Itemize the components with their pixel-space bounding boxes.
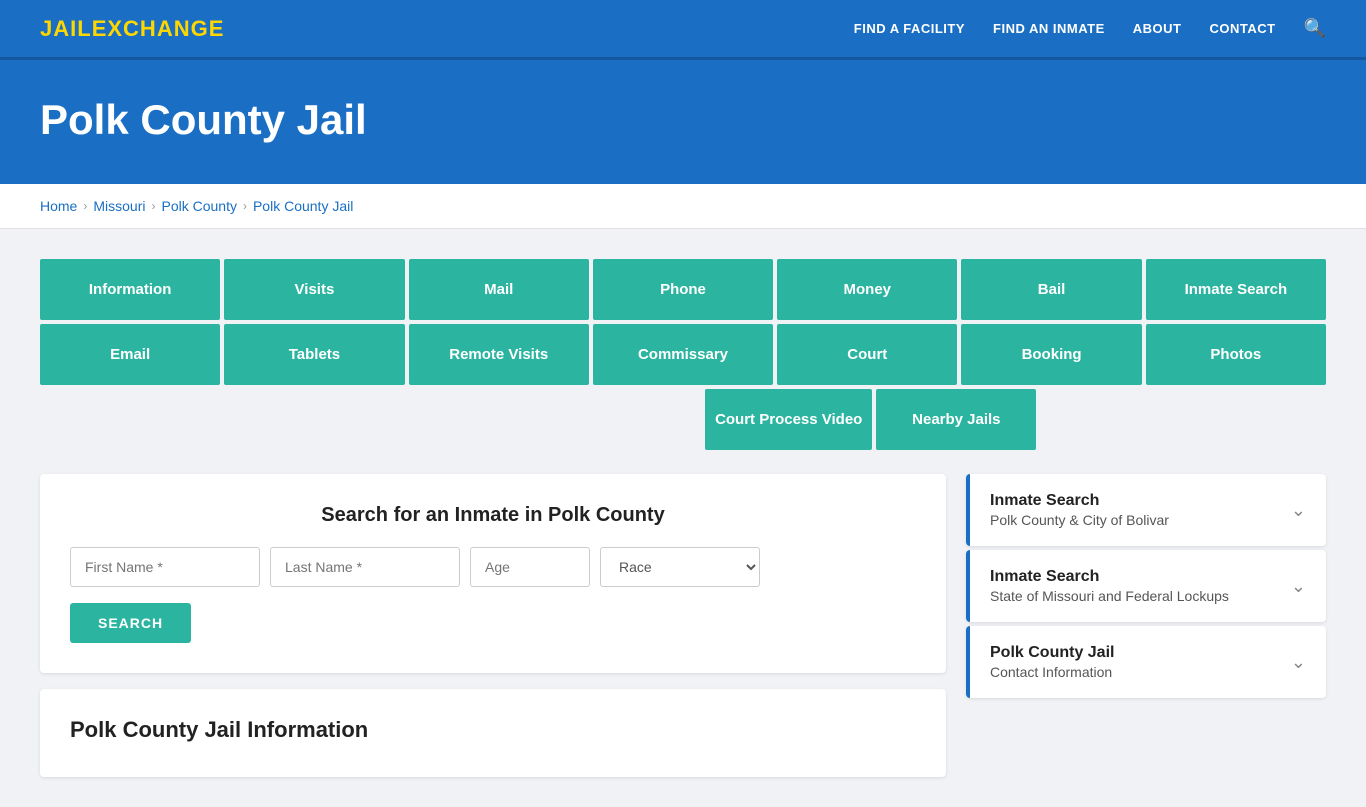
search-card: Search for an Inmate in Polk County Race… bbox=[40, 474, 946, 673]
btn-phone[interactable]: Phone bbox=[593, 259, 773, 320]
brand-name-rest: XCHANGE bbox=[107, 16, 224, 41]
brand-name-part2: E bbox=[92, 16, 108, 41]
btn-court-process-video[interactable]: Court Process Video bbox=[705, 389, 872, 450]
nav-find-inmate[interactable]: FIND AN INMATE bbox=[993, 21, 1105, 36]
two-col-layout: Search for an Inmate in Polk County Race… bbox=[40, 474, 1326, 777]
brand-name-part1: JAIL bbox=[40, 16, 92, 41]
sidebar-card-title-1: Inmate Search Polk County & City of Boli… bbox=[990, 492, 1169, 528]
sidebar-card-line2-1: Polk County & City of Bolivar bbox=[990, 512, 1169, 528]
info-section: Polk County Jail Information bbox=[40, 689, 946, 777]
navbar: JAILEXCHANGE FIND A FACILITY FIND AN INM… bbox=[0, 0, 1366, 60]
search-title: Search for an Inmate in Polk County bbox=[70, 504, 916, 527]
btn-visits[interactable]: Visits bbox=[224, 259, 404, 320]
sidebar-card-header-1[interactable]: Inmate Search Polk County & City of Boli… bbox=[966, 474, 1326, 546]
brand-logo[interactable]: JAILEXCHANGE bbox=[40, 16, 224, 42]
breadcrumb-sep-1: › bbox=[83, 199, 87, 213]
race-select[interactable]: Race White Black Hispanic Asian Native A… bbox=[600, 547, 760, 587]
left-column: Search for an Inmate in Polk County Race… bbox=[40, 474, 946, 777]
search-button[interactable]: SEARCH bbox=[70, 603, 191, 643]
button-grid-row2: Email Tablets Remote Visits Commissary C… bbox=[40, 324, 1326, 385]
breadcrumb: Home › Missouri › Polk County › Polk Cou… bbox=[0, 184, 1366, 229]
btn-inmate-search[interactable]: Inmate Search bbox=[1146, 259, 1326, 320]
sidebar-card-title-3: Polk County Jail Contact Information bbox=[990, 644, 1114, 680]
sidebar-card-inmate-polk: Inmate Search Polk County & City of Boli… bbox=[966, 474, 1326, 546]
btn-information[interactable]: Information bbox=[40, 259, 220, 320]
hero-section: Polk County Jail bbox=[0, 60, 1366, 184]
btn-money[interactable]: Money bbox=[777, 259, 957, 320]
btn-commissary[interactable]: Commissary bbox=[593, 324, 773, 385]
btn-nearby-jails[interactable]: Nearby Jails bbox=[876, 389, 1036, 450]
sidebar-card-contact: Polk County Jail Contact Information ⌄ bbox=[966, 626, 1326, 698]
breadcrumb-sep-3: › bbox=[243, 199, 247, 213]
btn-bail[interactable]: Bail bbox=[961, 259, 1141, 320]
info-section-title: Polk County Jail Information bbox=[70, 717, 916, 743]
sidebar-card-title-2: Inmate Search State of Missouri and Fede… bbox=[990, 568, 1229, 604]
breadcrumb-current: Polk County Jail bbox=[253, 198, 353, 214]
breadcrumb-sep-2: › bbox=[151, 199, 155, 213]
first-name-input[interactable] bbox=[70, 547, 260, 587]
nav-search-button[interactable]: 🔍 bbox=[1304, 18, 1326, 39]
page-title: Polk County Jail bbox=[40, 96, 1326, 144]
btn-court[interactable]: Court bbox=[777, 324, 957, 385]
breadcrumb-home[interactable]: Home bbox=[40, 198, 77, 214]
right-column: Inmate Search Polk County & City of Boli… bbox=[966, 474, 1326, 702]
nav-links: FIND A FACILITY FIND AN INMATE ABOUT CON… bbox=[854, 18, 1326, 39]
main-content: Information Visits Mail Phone Money Bail… bbox=[0, 229, 1366, 807]
sidebar-card-line1-2: Inmate Search bbox=[990, 568, 1229, 586]
btn-booking[interactable]: Booking bbox=[961, 324, 1141, 385]
breadcrumb-missouri[interactable]: Missouri bbox=[93, 198, 145, 214]
nav-contact[interactable]: CONTACT bbox=[1209, 21, 1275, 36]
btn-remote-visits[interactable]: Remote Visits bbox=[409, 324, 589, 385]
sidebar-card-line2-2: State of Missouri and Federal Lockups bbox=[990, 588, 1229, 604]
last-name-input[interactable] bbox=[270, 547, 460, 587]
chevron-icon-2: ⌄ bbox=[1291, 576, 1306, 597]
nav-about[interactable]: ABOUT bbox=[1133, 21, 1182, 36]
sidebar-card-inmate-state: Inmate Search State of Missouri and Fede… bbox=[966, 550, 1326, 622]
btn-photos[interactable]: Photos bbox=[1146, 324, 1326, 385]
sidebar-card-line2-3: Contact Information bbox=[990, 664, 1114, 680]
button-grid-row1: Information Visits Mail Phone Money Bail… bbox=[40, 259, 1326, 320]
btn-tablets[interactable]: Tablets bbox=[224, 324, 404, 385]
chevron-icon-1: ⌄ bbox=[1291, 500, 1306, 521]
sidebar-card-line1-1: Inmate Search bbox=[990, 492, 1169, 510]
btn-mail[interactable]: Mail bbox=[409, 259, 589, 320]
sidebar-card-header-3[interactable]: Polk County Jail Contact Information ⌄ bbox=[966, 626, 1326, 698]
breadcrumb-polk-county[interactable]: Polk County bbox=[161, 198, 236, 214]
nav-find-facility[interactable]: FIND A FACILITY bbox=[854, 21, 965, 36]
chevron-icon-3: ⌄ bbox=[1291, 652, 1306, 673]
sidebar-card-line1-3: Polk County Jail bbox=[990, 644, 1114, 662]
age-input[interactable] bbox=[470, 547, 590, 587]
btn-email[interactable]: Email bbox=[40, 324, 220, 385]
search-form: Race White Black Hispanic Asian Native A… bbox=[70, 547, 916, 587]
button-grid-row3: Court Process Video Nearby Jails bbox=[40, 389, 1326, 450]
sidebar-card-header-2[interactable]: Inmate Search State of Missouri and Fede… bbox=[966, 550, 1326, 622]
